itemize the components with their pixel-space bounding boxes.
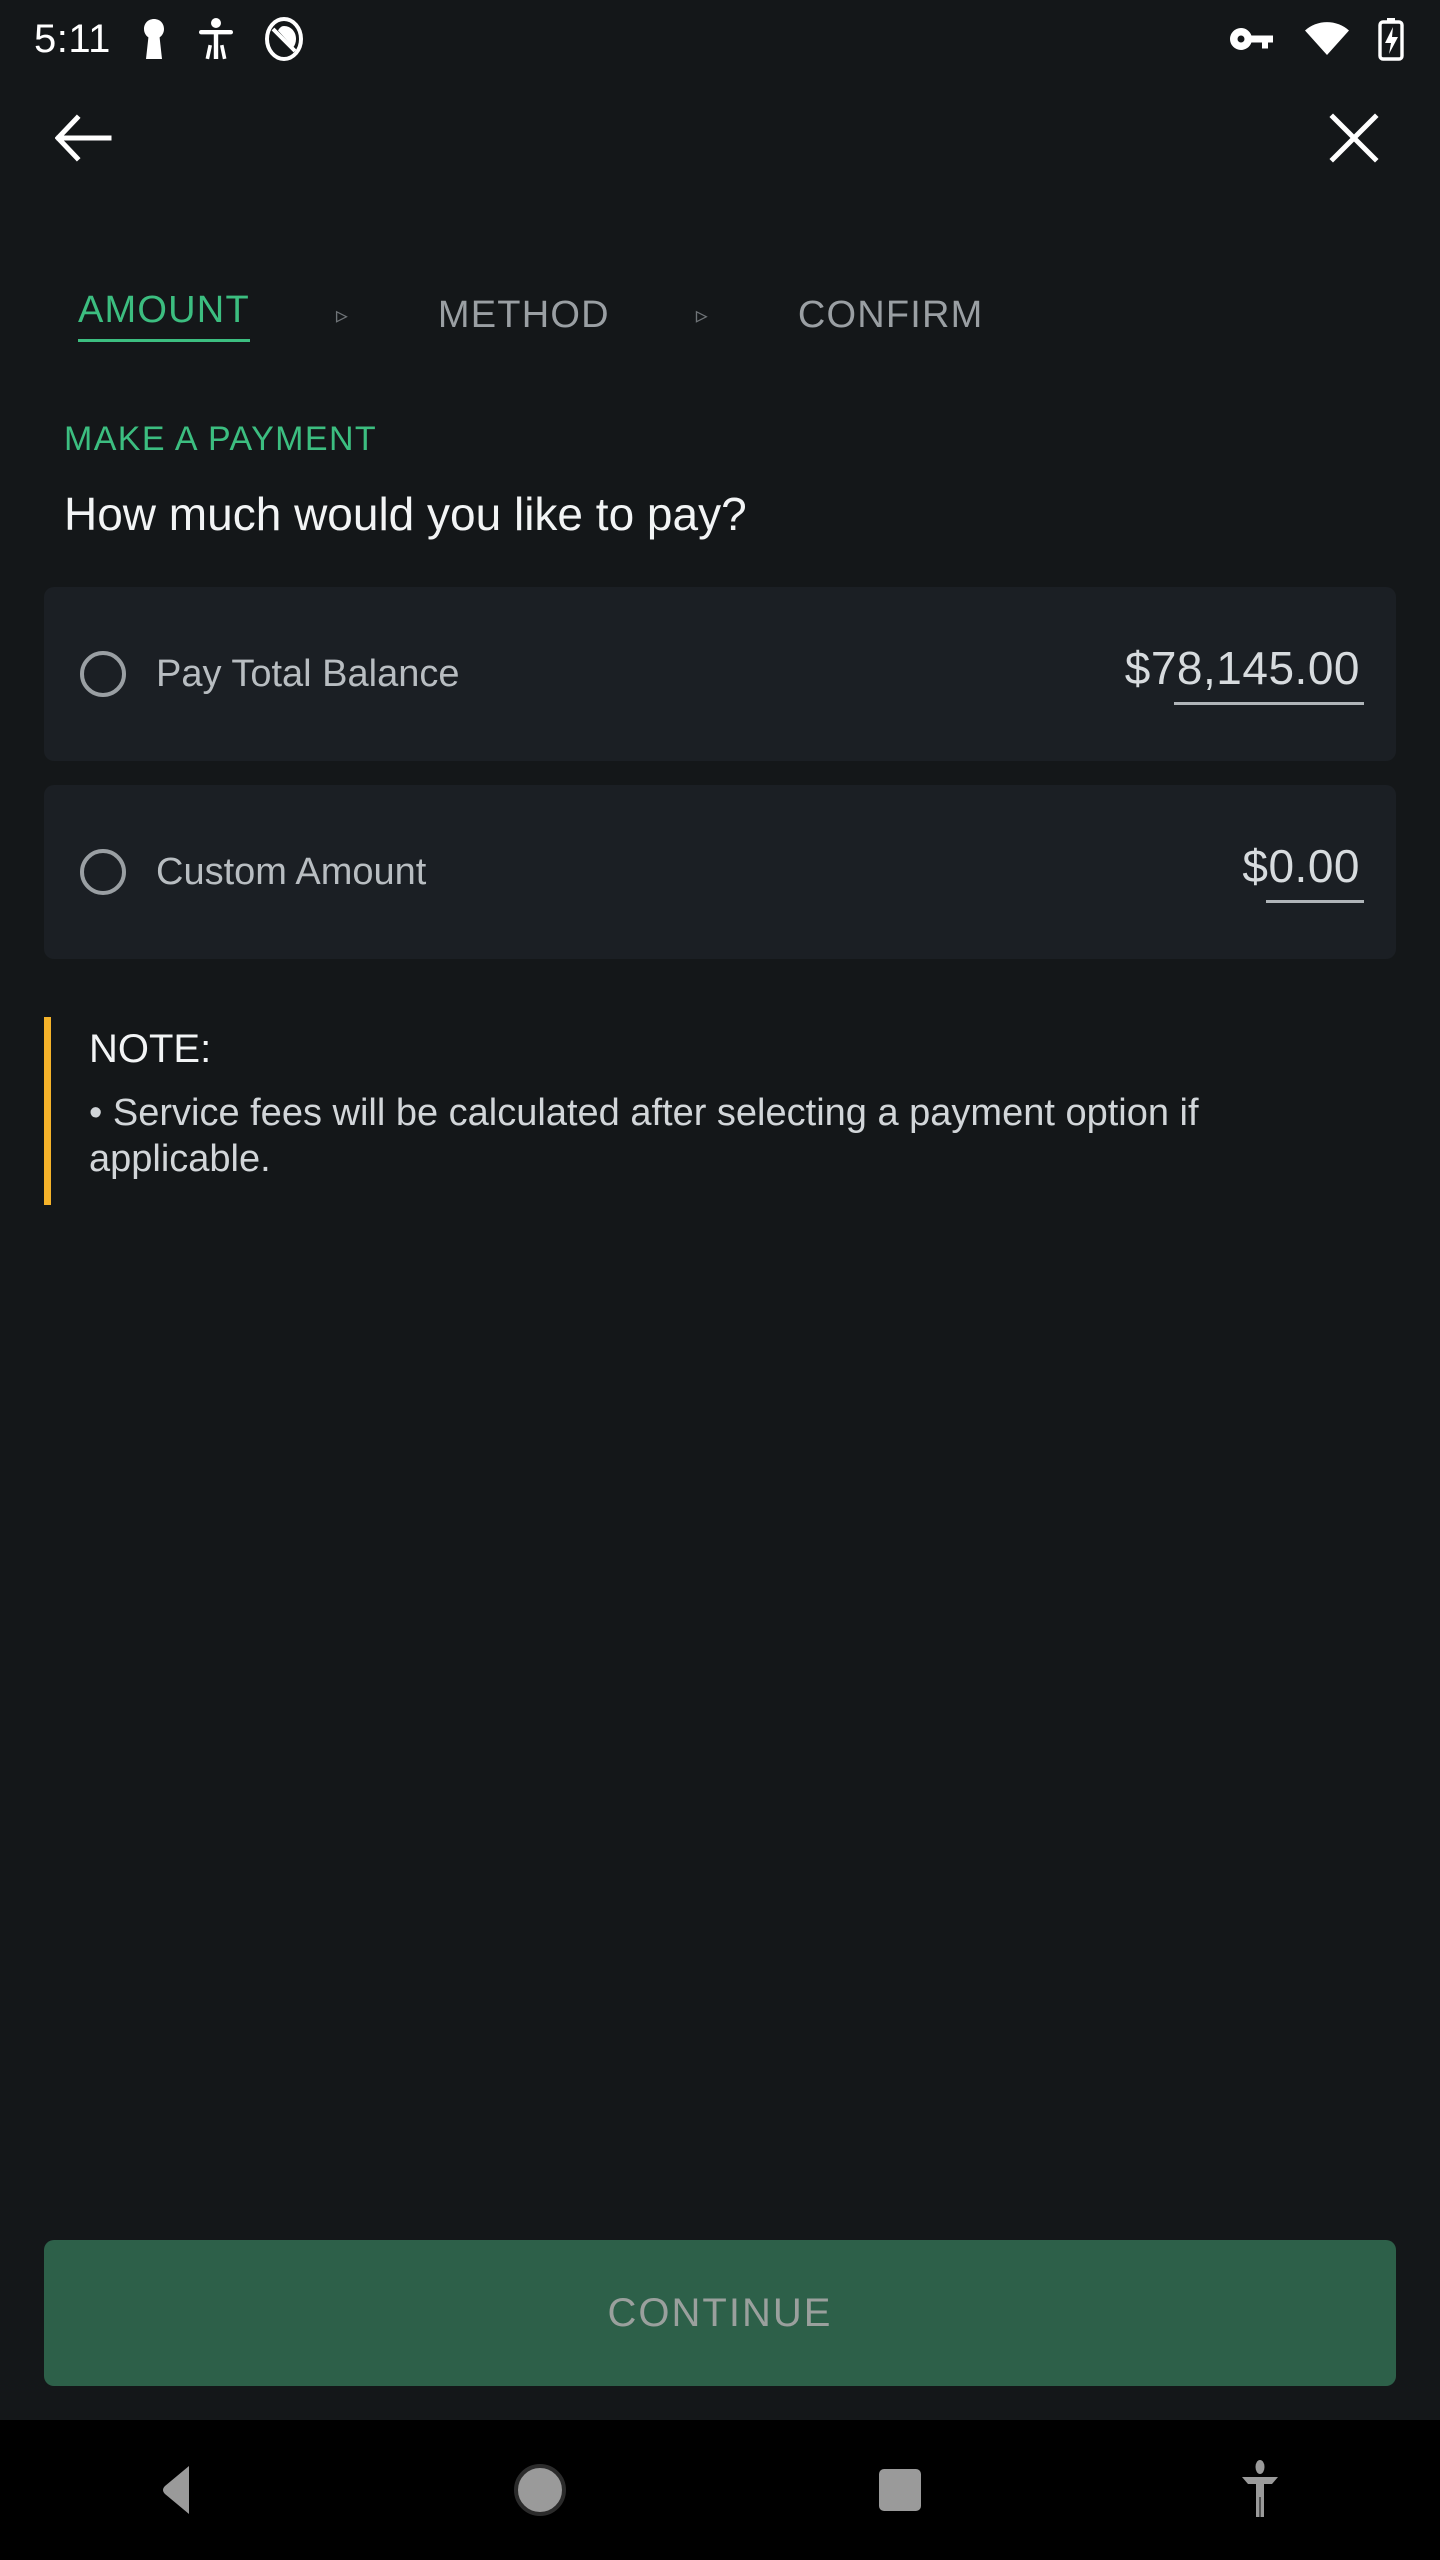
app-bar [0,78,1440,198]
footer-actions: CONTINUE [0,2240,1440,2420]
nav-recents-button[interactable] [720,2467,1080,2513]
section-eyebrow: MAKE A PAYMENT [64,420,378,458]
status-time: 5:11 [34,17,111,61]
note-body: • Service fees will be calculated after … [89,1092,1199,1181]
do-not-disturb-icon [264,17,303,61]
wifi-icon [1305,22,1349,56]
battery-charging-icon [1378,18,1404,61]
amount-custom-wrap: $0.00 [1238,841,1364,903]
status-bar: 5:11 [0,0,1440,78]
step-amount[interactable]: AMOUNT [78,289,250,342]
accessibility-icon [198,18,233,60]
step-separator-1: ▹ [335,301,348,329]
note-block: NOTE: • Service fees will be calculated … [44,1017,1396,1205]
close-button[interactable] [1316,100,1392,176]
step-method[interactable]: METHOD [438,294,610,337]
recents-square-icon [879,2469,921,2511]
step-confirm[interactable]: CONFIRM [798,294,984,337]
nav-home-button[interactable] [360,2462,720,2518]
system-navigation-bar [0,2420,1440,2560]
amount-total-balance: $78,145.00 [1124,642,1360,695]
payment-option-custom-amount[interactable]: Custom Amount $0.00 [44,785,1396,959]
accessibility-icon [1242,2460,1278,2517]
radio-custom-amount[interactable] [80,849,126,895]
option-label-total-balance: Pay Total Balance [156,652,460,695]
progress-stepper: AMOUNT ▹ METHOD ▹ CONFIRM [0,198,1440,378]
arrow-left-icon [55,114,112,162]
status-bar-right [1228,17,1404,61]
nav-back-button[interactable] [0,2463,360,2517]
option-label-custom-amount: Custom Amount [156,850,427,893]
note-title: NOTE: [89,1027,212,1071]
continue-button[interactable]: CONTINUE [44,2240,1396,2386]
close-icon [1329,113,1379,163]
app-screen: 5:11 AMOUNT ▹ METHOD ▹ CONFIRM MAKE A PA… [0,0,1440,2560]
main-content: MAKE A PAYMENT How much would you like t… [0,378,1440,2240]
amount-total-balance-wrap: $78,145.00 [1121,643,1364,705]
back-button[interactable] [46,100,122,176]
back-triangle-icon [163,2466,189,2514]
home-circle-icon [514,2464,566,2516]
status-bar-left: 5:11 [34,17,305,61]
vpn-key-icon [1230,28,1273,50]
page-title: How much would you like to pay? [64,488,747,540]
amount-underline-total-balance [1174,701,1364,705]
amount-underline-custom [1266,899,1364,903]
step-separator-2: ▹ [695,301,708,329]
custom-amount-input[interactable]: $0.00 [1238,841,1364,900]
keyhole-icon [143,19,164,59]
nav-accessibility-button[interactable] [1080,2459,1440,2521]
payment-option-total-balance[interactable]: Pay Total Balance $78,145.00 [44,587,1396,761]
radio-total-balance[interactable] [80,651,126,697]
